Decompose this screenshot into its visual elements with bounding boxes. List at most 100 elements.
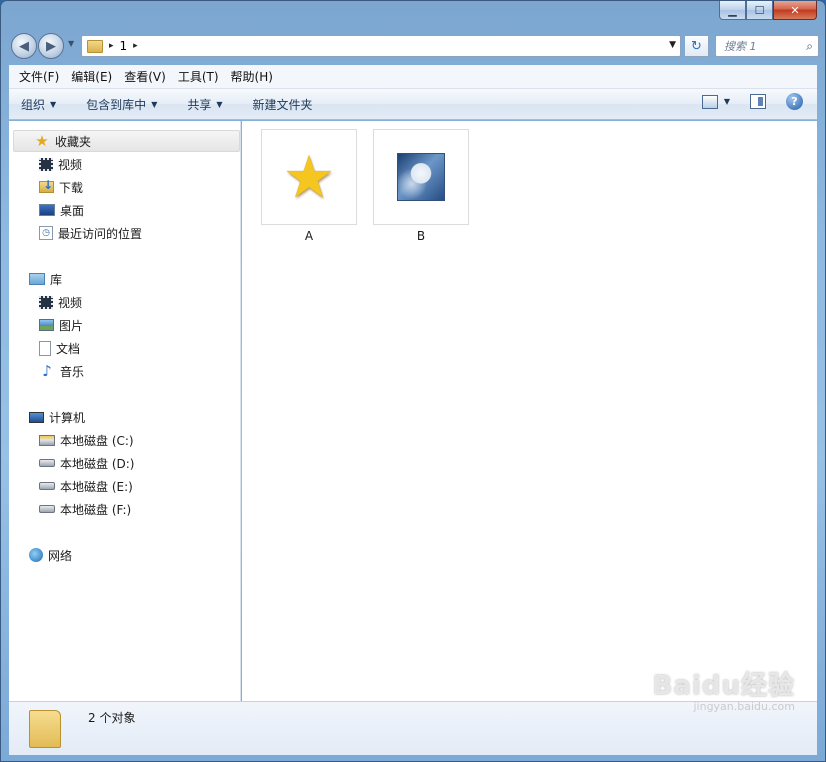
computer-icon	[29, 411, 44, 423]
new-folder-label: 新建文件夹	[252, 97, 313, 112]
menu-edit[interactable]: 编辑(E)	[65, 65, 118, 89]
desktop-icon	[39, 204, 55, 216]
refresh-button[interactable]: ↻	[685, 35, 709, 57]
nav-label: 音乐	[60, 364, 85, 379]
chevron-down-icon: ▼	[151, 99, 158, 109]
search-input[interactable]	[724, 39, 794, 53]
nav-drive-f[interactable]: 本地磁盘 (F:)	[9, 498, 131, 520]
file-name: A	[304, 229, 314, 243]
nav-fav-recent[interactable]: ◷ 最近访问的位置	[9, 222, 142, 244]
nav-lib-music[interactable]: ♪ 音乐	[9, 360, 84, 382]
nav-lib-pictures[interactable]: 图片	[9, 314, 83, 336]
nav-lib-documents[interactable]: 文档	[9, 337, 80, 359]
help-icon[interactable]: ?	[786, 93, 803, 110]
folder-icon	[29, 710, 61, 748]
system-drive-icon	[39, 434, 55, 446]
breadcrumb-separator-icon[interactable]: ▸	[133, 41, 138, 51]
nav-libraries[interactable]: 库	[9, 268, 62, 290]
nav-lib-videos[interactable]: 视频	[9, 291, 82, 313]
nav-label: 下载	[59, 180, 84, 195]
command-bar: 组织 ▼ 包含到库中 ▼ 共享 ▼ 新建文件夹 ▼ ?	[9, 89, 817, 120]
maximize-button[interactable]: ☐	[746, 1, 773, 20]
downloads-folder-icon	[39, 178, 54, 193]
nav-drive-c[interactable]: 本地磁盘 (C:)	[9, 429, 134, 451]
nav-drive-e[interactable]: 本地磁盘 (E:)	[9, 475, 133, 497]
navigation-pane: ★ 收藏夹 视频 下载 桌面 ◷ 最近访问的位置 库 视频 图片	[9, 121, 241, 701]
address-history-dropdown-icon[interactable]: ▼	[669, 40, 676, 50]
nav-label: 网络	[48, 548, 73, 563]
share-button[interactable]: 共享 ▼	[187, 96, 222, 113]
chevron-down-icon: ▼	[216, 99, 223, 109]
share-label: 共享	[187, 97, 212, 112]
document-icon	[39, 340, 51, 356]
pictures-icon	[39, 319, 54, 331]
breadcrumb-item[interactable]: 1	[120, 39, 128, 53]
hard-drive-icon	[39, 459, 55, 467]
nav-fav-desktop[interactable]: 桌面	[9, 199, 84, 221]
nav-computer[interactable]: 计算机	[9, 406, 85, 428]
nav-label: 文档	[56, 341, 81, 356]
caption-buttons: ▁ ☐ ✕	[719, 1, 817, 21]
nav-label: 计算机	[49, 410, 86, 425]
hard-drive-icon	[39, 505, 55, 513]
menu-bar: 文件(F) 编辑(E) 查看(V) 工具(T) 帮助(H)	[9, 65, 817, 89]
new-folder-button[interactable]: 新建文件夹	[253, 96, 313, 113]
nav-label: 视频	[58, 295, 83, 310]
nav-label: 本地磁盘 (F:)	[60, 502, 132, 517]
file-thumbnail[interactable]: ★	[261, 129, 357, 225]
change-view-icon[interactable]	[701, 94, 718, 109]
music-note-icon: ♪	[42, 362, 52, 380]
nav-favorites[interactable]: ★ 收藏夹	[13, 130, 240, 152]
recent-places-icon: ◷	[39, 226, 53, 240]
nav-fav-videos[interactable]: 视频	[9, 153, 82, 175]
close-button[interactable]: ✕	[773, 1, 817, 20]
back-button[interactable]: ◀	[11, 33, 37, 59]
nav-label: 库	[50, 272, 63, 287]
view-options-dropdown-icon[interactable]: ▼	[724, 97, 730, 106]
explorer-window: ▁ ☐ ✕ ◀ ▶ ▼ ▸ 1 ▸ ▼ ↻ ⌕ 文件(F) 编辑(E) 查看(V…	[0, 0, 826, 762]
nav-network[interactable]: 网络	[9, 544, 72, 566]
view-tools: ▼ ?	[701, 93, 803, 110]
video-icon	[39, 157, 53, 171]
nav-fav-downloads[interactable]: 下载	[9, 176, 83, 198]
library-icon	[29, 273, 45, 285]
nav-label: 本地磁盘 (D:)	[60, 456, 135, 471]
menu-view[interactable]: 查看(V)	[118, 65, 172, 89]
organize-label: 组织	[21, 97, 46, 112]
nav-label: 本地磁盘 (C:)	[60, 433, 134, 448]
item-count: 2 个对象	[88, 711, 136, 725]
file-item-b[interactable]: B	[373, 129, 469, 243]
search-icon[interactable]: ⌕	[806, 39, 813, 54]
address-row: ◀ ▶ ▼ ▸ 1 ▸ ▼ ↻ ⌕	[9, 33, 819, 61]
include-in-library-label: 包含到库中	[86, 97, 147, 112]
folder-icon	[87, 39, 103, 53]
file-item-a[interactable]: ★ A	[261, 129, 357, 243]
menu-file[interactable]: 文件(F)	[13, 65, 65, 89]
nav-label: 图片	[59, 318, 84, 333]
details-pane: 2 个对象	[9, 701, 817, 755]
nav-label: 本地磁盘 (E:)	[60, 479, 133, 494]
menu-tools[interactable]: 工具(T)	[172, 65, 225, 89]
organize-button[interactable]: 组织 ▼	[21, 96, 56, 113]
search-box[interactable]: ⌕	[715, 35, 819, 57]
menu-help[interactable]: 帮助(H)	[225, 65, 279, 89]
nav-drive-d[interactable]: 本地磁盘 (D:)	[9, 452, 134, 474]
video-icon	[39, 295, 53, 309]
breadcrumb-separator-icon[interactable]: ▸	[109, 41, 114, 51]
network-icon	[29, 548, 43, 562]
nav-label: 收藏夹	[55, 134, 92, 149]
star-icon: ★	[35, 132, 49, 150]
preview-pane-icon[interactable]	[750, 94, 766, 109]
file-thumbnail[interactable]	[373, 129, 469, 225]
file-list: ★ A B	[242, 121, 817, 701]
forward-button[interactable]: ▶	[38, 33, 64, 59]
title-bar[interactable]: ▁ ☐ ✕	[1, 1, 825, 31]
recent-pages-dropdown[interactable]: ▼	[68, 39, 74, 48]
nav-label: 视频	[58, 157, 83, 172]
address-bar[interactable]: ▸ 1 ▸ ▼	[81, 35, 681, 57]
minimize-button[interactable]: ▁	[719, 1, 746, 20]
file-name: B	[416, 229, 426, 243]
star-icon: ★	[283, 143, 335, 211]
include-in-library-button[interactable]: 包含到库中 ▼	[86, 96, 157, 113]
chevron-down-icon: ▼	[50, 99, 57, 109]
